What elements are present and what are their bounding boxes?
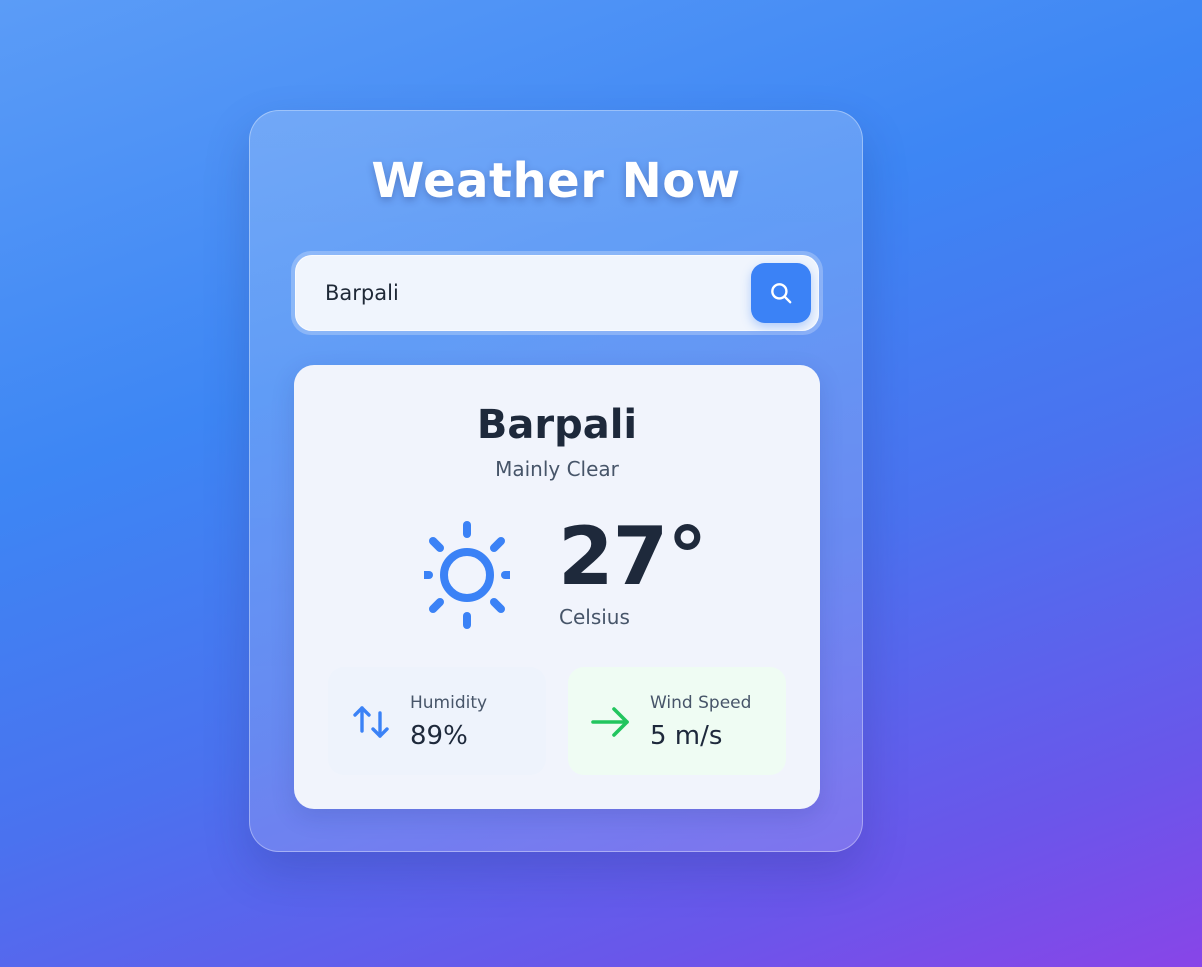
wind-speed-label: Wind Speed <box>650 693 752 713</box>
search-button[interactable] <box>751 263 811 323</box>
city-name: Barpali <box>476 402 638 448</box>
arrows-up-down-icon <box>353 706 389 738</box>
weather-condition: Mainly Clear <box>495 457 619 481</box>
humidity-card: Humidity 89% <box>328 667 546 775</box>
temperature-unit: Celsius <box>559 605 630 629</box>
weather-app-card: Weather Now Barpali Mainly Clear <box>249 110 863 852</box>
app-title: Weather Now <box>371 153 741 209</box>
wind-speed-card: Wind Speed 5 m/s <box>568 667 786 775</box>
humidity-value: 89% <box>410 721 468 751</box>
temperature-value: 27° <box>558 510 707 603</box>
search-icon <box>771 283 792 304</box>
search-input[interactable] <box>325 255 725 331</box>
weather-result-panel: Barpali Mainly Clear 27° Celsius Humidit… <box>294 365 820 809</box>
wind-speed-value: 5 m/s <box>650 721 723 751</box>
search-bar <box>291 251 823 335</box>
arrow-right-icon <box>591 707 629 737</box>
sun-icon <box>424 521 510 629</box>
search-field-wrapper <box>295 255 819 331</box>
humidity-label: Humidity <box>410 693 488 713</box>
